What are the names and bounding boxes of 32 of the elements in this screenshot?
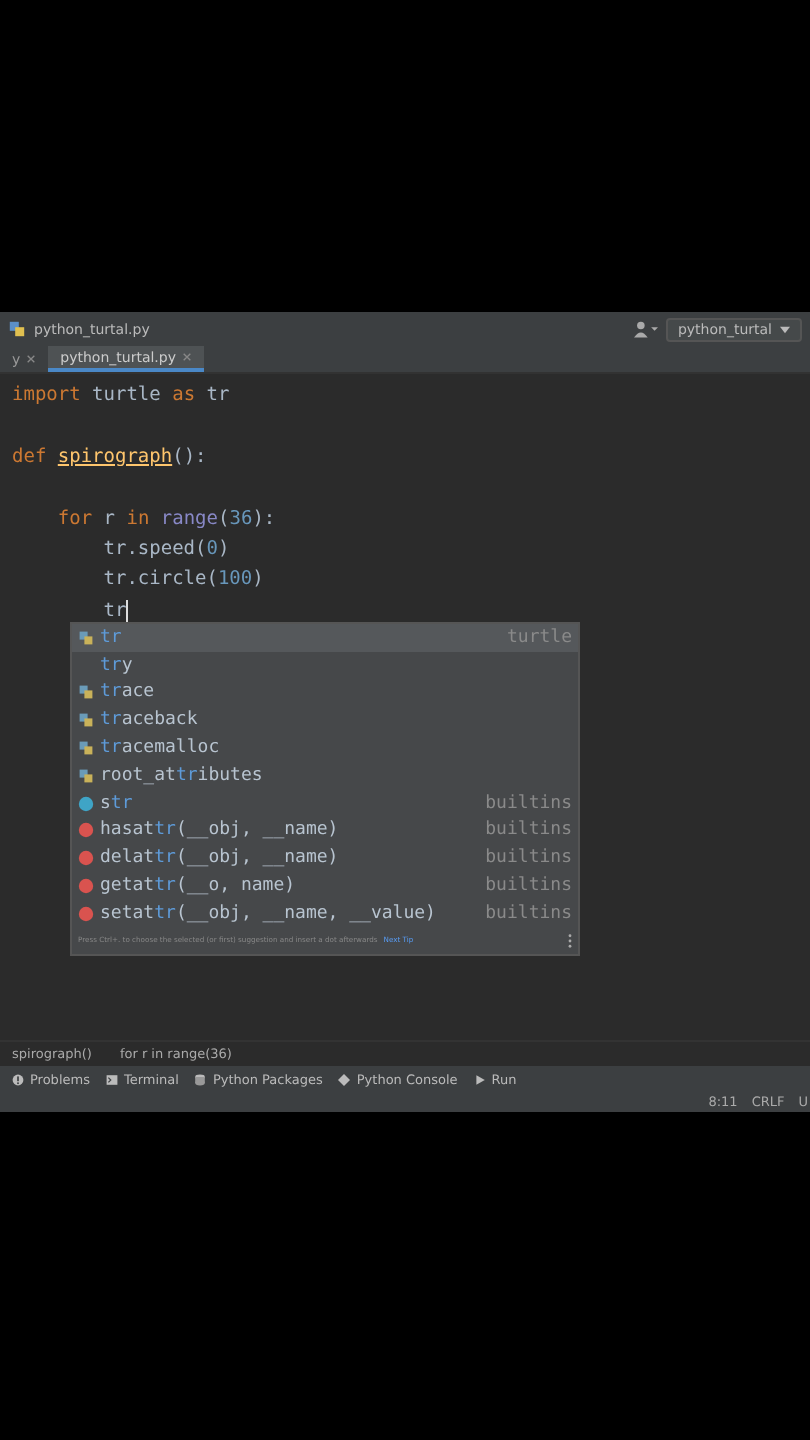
completion-item[interactable]: setattr(__obj, __name, __value) builtins [72,899,578,928]
dot-icon [78,795,94,812]
close-icon[interactable] [26,354,37,364]
completion-item[interactable]: tracemalloc [72,734,578,762]
completion-item[interactable]: hasattr(__obj, __name) builtins [72,817,578,845]
stack-icon [194,1073,207,1085]
code-line: tr [101,599,129,622]
completion-item[interactable]: traceback [72,706,578,735]
completion-item[interactable]: root_attributes [72,761,578,790]
code-line: for r in range(36): [55,507,276,530]
play-icon [473,1073,486,1085]
python-file-icon [8,320,26,338]
dot-icon [78,850,94,867]
dot-icon [78,905,94,922]
user-icon[interactable] [633,320,658,338]
python-module-icon [78,629,94,646]
terminal-icon [105,1073,118,1085]
dot-icon [78,822,94,839]
completion-item[interactable]: try [72,651,578,680]
code-line: tr.speed(0) [101,537,230,560]
completion-item[interactable]: trace [72,679,578,707]
python-console-icon [338,1073,351,1085]
dot-icon [78,878,94,895]
code-line: def spirograph(): [12,445,207,468]
code-line: tr.circle(100) [101,568,264,591]
completion-item[interactable]: str builtins [72,789,578,818]
completion-item[interactable]: delattr(__obj, __name) builtins [72,844,578,873]
caret-icon [780,325,790,333]
code-line: import turtle as tr [12,384,230,406]
warning-icon [12,1073,24,1085]
close-icon[interactable] [182,352,192,362]
completion-item[interactable]: getattr(__o, name) builtins [72,872,578,900]
